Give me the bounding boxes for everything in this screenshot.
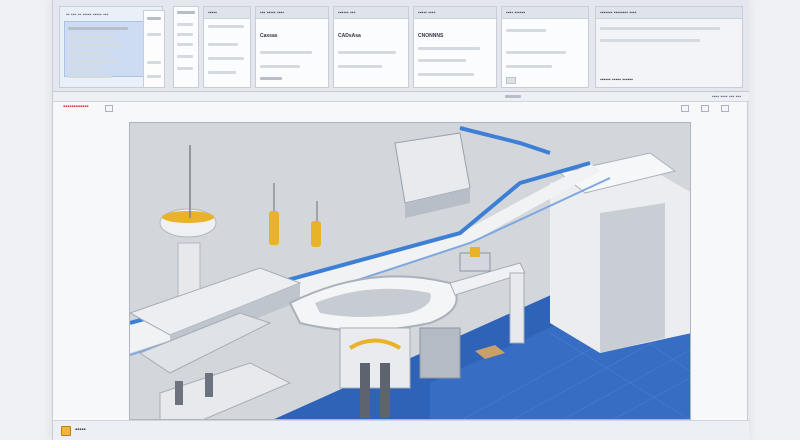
panel-line	[260, 65, 300, 68]
list-item[interactable]	[68, 67, 104, 70]
panel-title: ▪▪▪▪▪▪▪ ▪▪▪▪▪▪▪▪ ▪▪▪▪	[596, 7, 742, 19]
options-column[interactable]	[173, 6, 199, 88]
panel-line	[506, 51, 566, 54]
panel-line	[418, 47, 480, 50]
status-warning-icon[interactable]	[61, 426, 71, 436]
option-line	[177, 11, 195, 14]
option-item[interactable]	[177, 67, 193, 70]
list-item[interactable]	[68, 51, 108, 54]
maximize-icon[interactable]	[701, 105, 709, 112]
panel-line	[506, 29, 546, 32]
toolbar-row: ▪▪▪▪ ▪▪▪▪ ▪▪▪ ▪▪▪	[53, 92, 749, 102]
panel-title: ▪▪▪▪▪▪ ▪▪▪	[334, 7, 408, 19]
panel-line	[260, 77, 282, 80]
panel-line	[600, 39, 700, 42]
option-item[interactable]	[177, 43, 193, 46]
side-toolbox[interactable]	[143, 10, 165, 88]
panel-line	[208, 43, 238, 46]
document-title: ▪▪▪▪▪▪▪▪▪▪▪▪	[63, 104, 89, 110]
list-item[interactable]	[68, 75, 112, 78]
status-text: ▪▪▪▪▪	[75, 427, 86, 433]
list-item[interactable]	[68, 59, 118, 62]
close-icon[interactable]	[721, 105, 729, 112]
status-bar: ▪▪▪▪▪	[53, 420, 749, 440]
panel-title: ▪▪▪▪▪ ▪▪▪▪	[414, 7, 496, 19]
app-window: ▪▪ ▪▪▪ ▪▪ ▪▪▪▪▪ ▪▪▪▪▪ ▪▪▪ ▪▪▪▪▪ ▪▪▪ ▪▪▪▪…	[52, 0, 749, 440]
toolbox-line	[147, 75, 161, 78]
list-item[interactable]	[68, 27, 128, 30]
list-item[interactable]	[68, 43, 122, 46]
param-panel-4[interactable]: ▪▪▪▪▪ ▪▪▪▪ CNONNNS	[413, 6, 497, 88]
isometric-render	[130, 123, 690, 419]
panel-line	[338, 51, 396, 54]
panel-line	[208, 57, 244, 60]
option-item[interactable]	[177, 55, 193, 58]
panel-line	[208, 25, 244, 28]
toolbox-line	[147, 61, 161, 64]
panel-title: ▪▪▪▪ ▪▪▪▪▪▪	[502, 7, 588, 19]
panel-value: Caxsas	[260, 33, 278, 39]
restore-icon[interactable]	[681, 105, 689, 112]
param-panel-5[interactable]: ▪▪▪▪ ▪▪▪▪▪▪	[501, 6, 589, 88]
properties-panel[interactable]: ▪▪▪▪▪▪▪ ▪▪▪▪▪▪▪▪ ▪▪▪▪ ▪▪▪▪▪▪ ▪▪▪▪▪ ▪▪▪▪▪…	[595, 6, 743, 88]
param-panel-2[interactable]: ▪▪▪ ▪▪▪▪▪ ▪▪▪▪ Caxsas	[255, 6, 329, 88]
list-item[interactable]	[68, 35, 114, 38]
panel-line	[208, 71, 236, 74]
panel-button[interactable]	[506, 77, 516, 84]
panel-line	[600, 27, 720, 30]
panel-line	[260, 51, 312, 54]
toolbar-item[interactable]	[505, 95, 521, 98]
render-preview[interactable]	[129, 122, 691, 420]
toolbox-line	[147, 33, 161, 36]
panel-line	[338, 65, 382, 68]
panel-value: CNONNNS	[418, 33, 444, 39]
panel-title: ▪▪▪ ▪▪▪▪▪ ▪▪▪▪	[256, 7, 328, 19]
panel-footer-text: ▪▪▪▪▪▪ ▪▪▪▪▪ ▪▪▪▪▪▪	[600, 77, 633, 83]
minimize-icon[interactable]	[105, 105, 113, 112]
panel-title: ▪▪▪▪▪	[204, 7, 250, 19]
param-panel-3[interactable]: ▪▪▪▪▪▪ ▪▪▪ CADsAsa	[333, 6, 409, 88]
option-item[interactable]	[177, 33, 193, 36]
panel-line	[418, 73, 474, 76]
top-panels: ▪▪ ▪▪▪ ▪▪ ▪▪▪▪▪ ▪▪▪▪▪ ▪▪▪ ▪▪▪▪▪ ▪▪▪ ▪▪▪▪…	[53, 0, 749, 92]
toolbar-status: ▪▪▪▪ ▪▪▪▪ ▪▪▪ ▪▪▪	[712, 94, 741, 100]
document-header: ▪▪▪▪▪▪▪▪▪▪▪▪	[61, 102, 741, 116]
panel-line	[506, 65, 552, 68]
panel-line	[418, 59, 466, 62]
toolbox-line	[147, 17, 161, 20]
panel-value: CADsAsa	[338, 33, 361, 39]
param-panel-1[interactable]: ▪▪▪▪▪	[203, 6, 251, 88]
option-item[interactable]	[177, 23, 193, 26]
